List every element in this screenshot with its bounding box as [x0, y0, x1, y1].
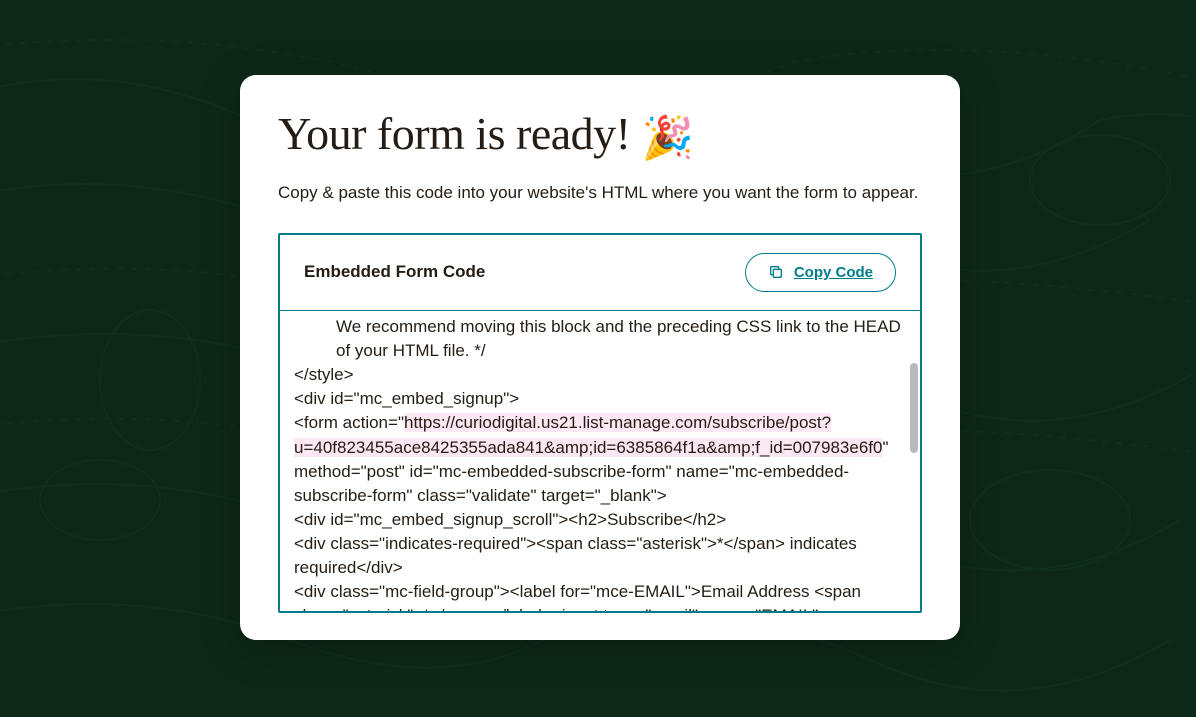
scrollbar-thumb[interactable] [910, 363, 918, 453]
modal-title-text: Your form is ready! [278, 108, 631, 159]
form-ready-modal: Your form is ready! 🎉 Copy & paste this … [240, 75, 960, 640]
modal-subtitle: Copy & paste this code into your website… [278, 183, 922, 203]
code-line: <div class="mc-field-group"><label for="… [294, 580, 906, 611]
code-body[interactable]: We recommend moving this block and the p… [280, 311, 920, 611]
code-line: </style> [294, 363, 906, 387]
code-panel-label: Embedded Form Code [304, 262, 485, 282]
code-panel-header: Embedded Form Code Copy Code [280, 235, 920, 311]
scrollbar-track[interactable] [906, 311, 918, 611]
copy-code-button[interactable]: Copy Code [745, 253, 896, 292]
code-content[interactable]: We recommend moving this block and the p… [280, 311, 920, 611]
code-line: <div id="mc_embed_signup"> [294, 387, 906, 411]
embedded-code-panel: Embedded Form Code Copy Code We recommen… [278, 233, 922, 613]
copy-icon [768, 264, 784, 280]
copy-button-label: Copy Code [794, 264, 873, 281]
code-line: <div class="indicates-required"><span cl… [294, 532, 906, 580]
code-line: We recommend moving this block and the p… [294, 315, 906, 363]
party-popper-icon: 🎉 [642, 116, 694, 162]
code-line: <div id="mc_embed_signup_scroll"><h2>Sub… [294, 508, 906, 532]
code-line: <form action="https://curiodigital.us21.… [294, 411, 906, 508]
modal-title: Your form is ready! 🎉 [278, 107, 922, 163]
